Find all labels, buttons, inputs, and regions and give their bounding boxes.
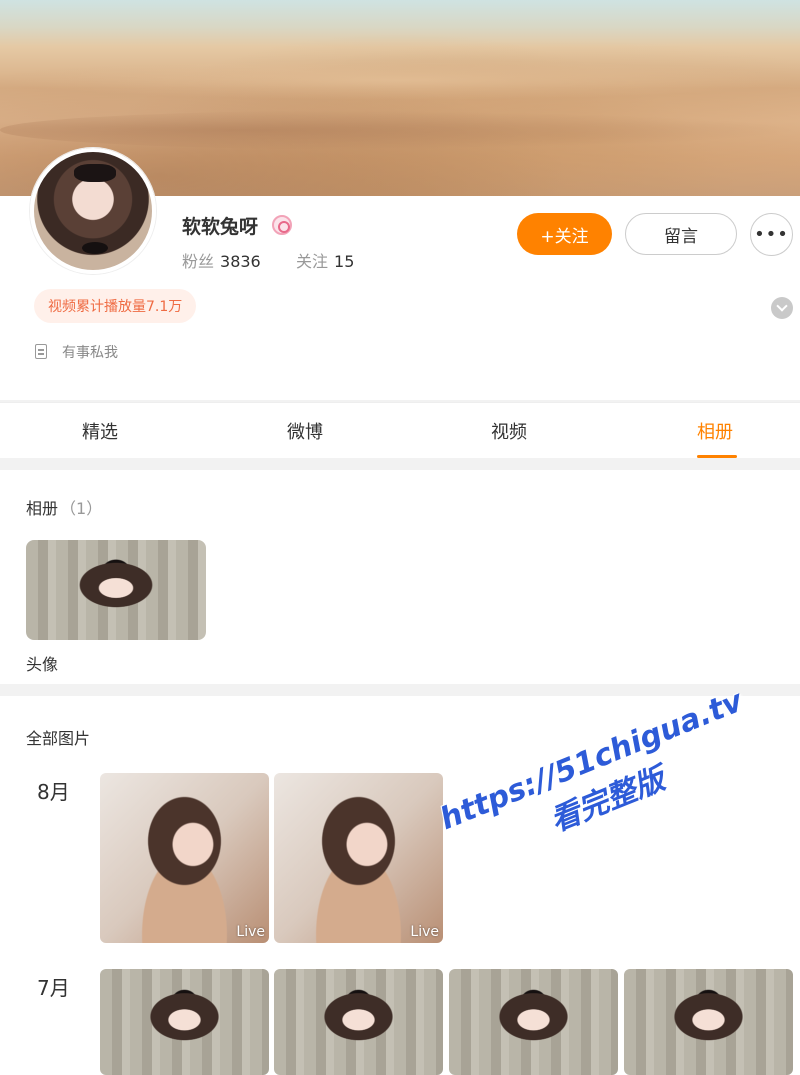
document-icon bbox=[35, 344, 47, 359]
album-section-title: 相册 （1） bbox=[26, 495, 102, 519]
fans-count: 3836 bbox=[220, 252, 261, 271]
month-label: 7月 bbox=[37, 976, 70, 1000]
sand-dune bbox=[0, 60, 800, 100]
photo-image bbox=[100, 969, 269, 1075]
profile-tabs: 精选 微博 视频 相册 bbox=[0, 402, 800, 458]
avatar-hair-bow bbox=[74, 164, 116, 182]
photo-thumbnail[interactable] bbox=[100, 969, 269, 1075]
chevron-down-icon[interactable] bbox=[771, 297, 793, 319]
avatar[interactable] bbox=[30, 148, 156, 274]
photo-thumbnail[interactable]: Live bbox=[100, 773, 269, 943]
album-cover[interactable] bbox=[26, 540, 206, 640]
all-photos-title: 全部图片 bbox=[26, 729, 91, 748]
profile-page: 软软兔呀 粉丝 3836 关注 15 +关注 留言 ••• 视频累计播放量7.1万 … bbox=[0, 0, 800, 1075]
photo-image bbox=[100, 773, 269, 943]
live-badge: Live bbox=[410, 924, 439, 940]
photo-thumbnail[interactable] bbox=[449, 969, 618, 1075]
following-stat[interactable]: 关注 15 bbox=[296, 248, 354, 272]
live-badge: Live bbox=[236, 924, 265, 940]
message-button[interactable]: 留言 bbox=[625, 213, 737, 255]
photo-thumbnail[interactable] bbox=[274, 969, 443, 1075]
verified-badge-icon[interactable] bbox=[272, 215, 292, 235]
fans-stat[interactable]: 粉丝 3836 bbox=[182, 248, 261, 272]
album-count: （1） bbox=[60, 499, 103, 518]
photo-image bbox=[274, 969, 443, 1075]
album-cover-image bbox=[26, 540, 206, 640]
photo-image bbox=[449, 969, 618, 1075]
active-tab-indicator bbox=[697, 455, 737, 458]
tab-weibo[interactable]: 微博 bbox=[287, 418, 323, 444]
tab-videos[interactable]: 视频 bbox=[491, 418, 527, 444]
following-count: 15 bbox=[334, 252, 355, 271]
username: 软软兔呀 bbox=[182, 216, 259, 238]
follow-button[interactable]: +关注 bbox=[517, 213, 612, 255]
sand-dune bbox=[0, 110, 800, 150]
month-label: 8月 bbox=[37, 780, 70, 804]
avatar-choker bbox=[82, 242, 108, 254]
more-options-button[interactable]: ••• bbox=[750, 213, 793, 256]
bio-text: 有事私我 bbox=[62, 345, 118, 361]
album-title-text: 相册 bbox=[26, 499, 59, 518]
album-label[interactable]: 头像 bbox=[26, 651, 58, 675]
photo-image bbox=[274, 773, 443, 943]
tab-albums[interactable]: 相册 bbox=[697, 418, 733, 444]
photo-thumbnail[interactable] bbox=[624, 969, 793, 1075]
tab-featured[interactable]: 精选 bbox=[82, 418, 118, 444]
photo-image bbox=[624, 969, 793, 1075]
photo-thumbnail[interactable]: Live bbox=[274, 773, 443, 943]
fans-label: 粉丝 bbox=[182, 252, 215, 271]
following-label: 关注 bbox=[296, 252, 329, 271]
play-count-badge: 视频累计播放量7.1万 bbox=[34, 289, 197, 323]
